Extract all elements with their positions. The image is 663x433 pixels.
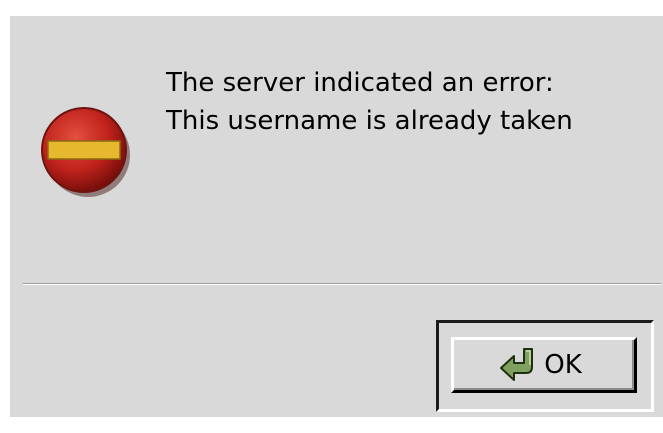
- error-message: The server indicated an error: This user…: [166, 64, 646, 140]
- message-line-1: The server indicated an error:: [166, 68, 554, 98]
- stop-icon: [41, 107, 130, 197]
- ok-button[interactable]: OK: [451, 337, 637, 393]
- message-line-2: This username is already taken: [166, 106, 573, 136]
- ok-button-label: OK: [544, 350, 582, 380]
- error-dialog: The server indicated an error: This user…: [10, 16, 663, 417]
- default-button-frame: OK: [436, 320, 654, 412]
- separator: [23, 283, 661, 285]
- ok-arrow-icon: [500, 348, 534, 381]
